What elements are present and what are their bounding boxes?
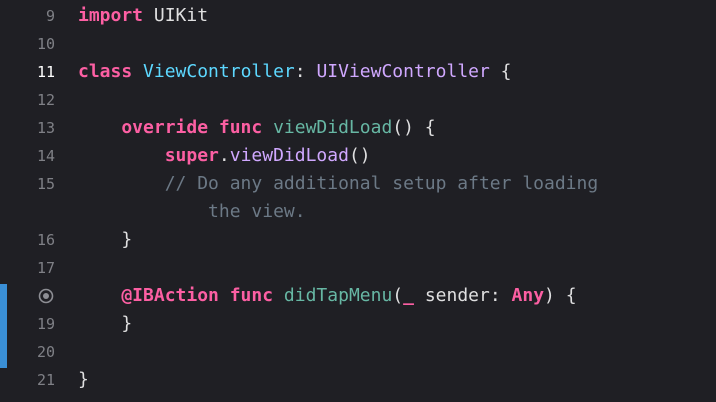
code-text: // Do any additional setup after loading [78, 170, 598, 198]
code-token: : [294, 61, 317, 82]
line-number[interactable]: 20 [8, 338, 55, 366]
code-token: ) { [544, 285, 577, 306]
line-number[interactable]: 15 [8, 170, 55, 198]
code-text: import UIKit [78, 2, 208, 30]
code-text: @IBAction func didTapMenu(_ sender: Any)… [78, 282, 577, 310]
line-number[interactable]: 12 [8, 86, 55, 114]
code-token: () { [392, 117, 436, 138]
code-line[interactable]: 10 [0, 30, 716, 58]
line-number[interactable]: 13 [8, 114, 55, 142]
line-number[interactable]: 21 [8, 366, 55, 394]
code-line[interactable]: 21} [0, 366, 716, 394]
code-token: () [348, 145, 371, 166]
code-token: UIViewController [316, 61, 490, 82]
line-number[interactable]: 10 [8, 30, 55, 58]
code-token: } [78, 313, 133, 334]
code-token: @IBAction func [78, 285, 274, 306]
line-number[interactable]: 14 [8, 142, 55, 170]
code-line[interactable]: 15 // Do any additional setup after load… [0, 170, 716, 198]
code-token: { [489, 61, 512, 82]
line-number[interactable]: 11 [8, 58, 55, 86]
code-editor[interactable]: 9 import UIKit 10 11 class ViewController: U… [0, 0, 716, 402]
code-text: } [78, 226, 132, 254]
code-line[interactable]: 16 } [0, 226, 716, 254]
code-line[interactable]: 11 class ViewController: UIViewController… [0, 58, 716, 86]
code-text: class ViewController: UIViewController { [78, 58, 512, 86]
code-line[interactable]: 13 override func viewDidLoad() { [0, 114, 716, 142]
code-text: } [78, 310, 132, 338]
code-token: UIKit [143, 5, 209, 26]
code-line[interactable]: 12 [0, 86, 716, 114]
ibaction-connection-icon[interactable] [38, 288, 54, 304]
code-line[interactable]: 20 [0, 338, 716, 366]
code-token: sender: [413, 285, 512, 306]
code-line[interactable]: 9 import UIKit [0, 2, 716, 30]
code-token: viewDidLoad [229, 145, 349, 166]
code-line[interactable]: 19 } [0, 310, 716, 338]
code-token: // Do any additional setup after loading [78, 173, 599, 194]
code-line[interactable]: @IBAction func didTapMenu(_ sender: Any)… [0, 282, 716, 310]
code-line[interactable]: 14 super.viewDidLoad() [0, 142, 716, 170]
code-text: the view. [78, 198, 306, 226]
code-text: } [78, 366, 89, 394]
code-token: class [78, 61, 133, 82]
code-text: override func viewDidLoad() { [78, 114, 436, 142]
code-token: ( [392, 285, 404, 306]
code-token: } [78, 229, 133, 250]
code-line[interactable]: the view. [0, 198, 716, 226]
code-token: import [78, 5, 144, 26]
code-token: viewDidLoad [273, 117, 393, 138]
line-number[interactable]: 16 [8, 226, 55, 254]
code-token: super [78, 145, 219, 166]
code-token: _ [403, 285, 414, 306]
code-token: } [78, 369, 89, 390]
code-line[interactable]: 17 [0, 254, 716, 282]
code-token: ViewController [143, 61, 295, 82]
code-token: . [218, 145, 230, 166]
code-text: super.viewDidLoad() [78, 142, 371, 170]
line-number[interactable]: 17 [8, 254, 55, 282]
code-token: Any [511, 285, 545, 306]
code-token: override func [78, 117, 263, 138]
line-number[interactable]: 19 [8, 310, 55, 338]
line-number[interactable]: 9 [8, 2, 55, 30]
code-token: didTapMenu [283, 285, 393, 306]
code-token: the view. [78, 201, 306, 222]
